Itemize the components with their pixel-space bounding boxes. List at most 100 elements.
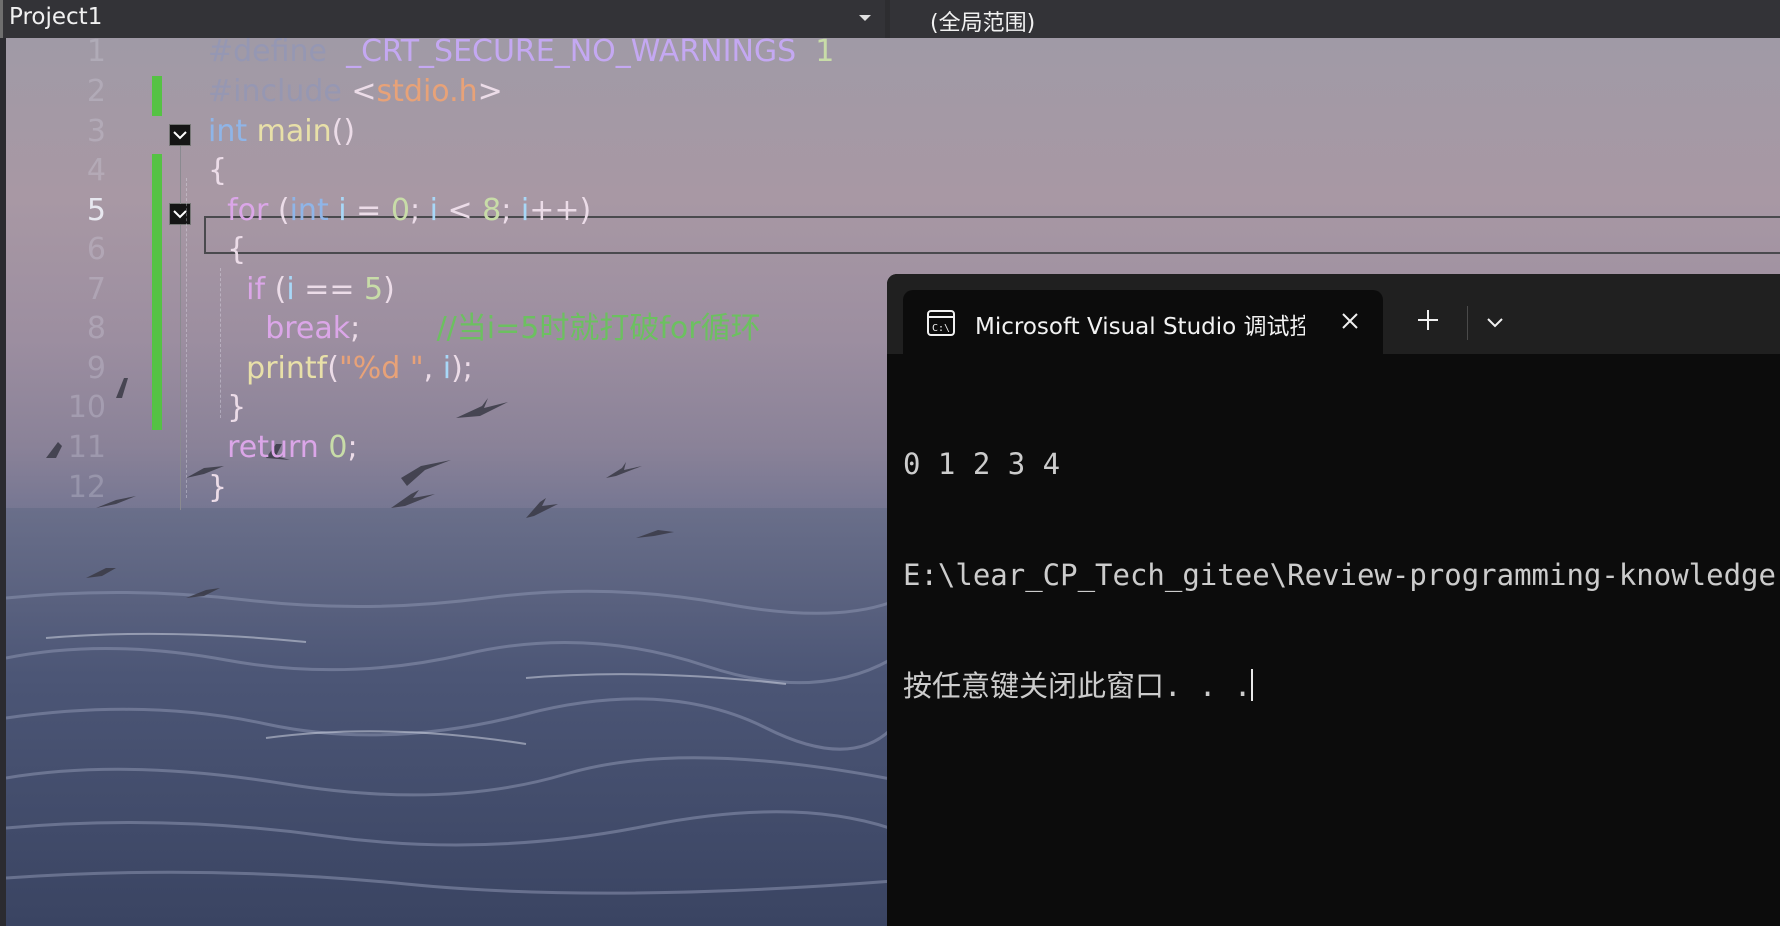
code-line-6[interactable]: { bbox=[208, 230, 246, 270]
preprocessor-directive: #define bbox=[208, 38, 328, 69]
console-tab-title: Microsoft Visual Studio 调试控制台 bbox=[975, 314, 1305, 340]
line-number: 12 bbox=[67, 470, 106, 505]
number: 0 bbox=[390, 193, 410, 228]
parens: () bbox=[331, 114, 356, 149]
macro-name: _CRT_SECURE_NO_WARNINGS bbox=[346, 38, 797, 69]
brace: } bbox=[208, 470, 228, 505]
type-keyword: int bbox=[289, 193, 329, 228]
code-line-5[interactable]: for (int i = 0; i < 8; i++) bbox=[208, 191, 591, 231]
terminal-icon: C:\ bbox=[927, 310, 955, 336]
semicolon: ; bbox=[347, 430, 358, 465]
console-line: 0 1 2 3 4 bbox=[903, 447, 1061, 481]
indent-guide bbox=[186, 178, 187, 498]
line-number: 2 bbox=[86, 74, 106, 109]
semicolon: ; bbox=[409, 193, 421, 228]
navigation-bar: Project1 (全局范围) bbox=[0, 0, 1780, 38]
console-line: E:\lear_CP_Tech_gitee\Review-programming… bbox=[903, 558, 1776, 592]
code-line-8[interactable]: break; //当i=5时就打破for循环 bbox=[208, 309, 761, 349]
line-number: 9 bbox=[86, 351, 106, 386]
project-dropdown[interactable]: Project1 bbox=[0, 0, 885, 38]
comma: , bbox=[423, 351, 434, 386]
fold-line bbox=[180, 225, 181, 510]
collapse-icon[interactable] bbox=[169, 203, 191, 225]
line-number: 3 bbox=[86, 114, 106, 149]
operator: = bbox=[356, 193, 382, 228]
brace: } bbox=[227, 390, 247, 425]
header-name: stdio.h bbox=[376, 74, 478, 109]
console-line: 按任意键关闭此窗口. . . bbox=[903, 669, 1252, 703]
variable: i bbox=[429, 193, 438, 228]
variable: i bbox=[520, 193, 530, 228]
if-keyword: if bbox=[246, 272, 266, 307]
macro-value: 1 bbox=[815, 38, 835, 69]
variable: i bbox=[286, 272, 295, 307]
line-number: 6 bbox=[86, 232, 106, 267]
code-line-7[interactable]: if (i == 5) bbox=[208, 270, 395, 310]
semicolon: ; bbox=[462, 351, 473, 386]
paren: ( bbox=[277, 193, 290, 228]
angle-open: < bbox=[351, 74, 377, 109]
console-output[interactable]: 0 1 2 3 4 E:\lear_CP_Tech_gitee\Review-p… bbox=[903, 372, 1780, 779]
line-number: 4 bbox=[86, 153, 106, 188]
operator: < bbox=[447, 193, 473, 228]
code-line-3[interactable]: int main() bbox=[208, 112, 355, 152]
line-number: 11 bbox=[67, 430, 106, 465]
preprocessor-directive: #include bbox=[208, 74, 342, 109]
variable: i bbox=[442, 351, 452, 386]
function-call: printf bbox=[246, 351, 328, 386]
code-comment: //当i=5时就打破for循环 bbox=[436, 311, 761, 346]
fold-line bbox=[180, 146, 181, 204]
operator: == bbox=[304, 272, 355, 307]
number: 5 bbox=[364, 272, 384, 307]
line-number: 10 bbox=[67, 390, 106, 425]
text-cursor bbox=[1251, 669, 1254, 701]
code-line-2[interactable]: #include <stdio.h> bbox=[208, 72, 503, 112]
type-keyword: int bbox=[208, 114, 248, 149]
line-number-current: 5 bbox=[86, 193, 106, 228]
scope-label: (全局范围) bbox=[930, 11, 1036, 36]
code-line-12[interactable]: } bbox=[208, 468, 227, 508]
chevron-down-icon[interactable] bbox=[1477, 304, 1513, 340]
number: 0 bbox=[328, 430, 348, 465]
console-tab-bar: C:\ Microsoft Visual Studio 调试控制台 bbox=[887, 274, 1780, 354]
number: 8 bbox=[482, 193, 502, 228]
function-name: main bbox=[256, 114, 332, 149]
angle-close: > bbox=[477, 74, 503, 109]
brace: { bbox=[227, 232, 247, 267]
variable: i bbox=[338, 193, 347, 228]
operator: ++ bbox=[529, 193, 580, 228]
close-icon[interactable] bbox=[1335, 306, 1365, 336]
collapse-icon[interactable] bbox=[169, 124, 191, 146]
paren: ( bbox=[274, 272, 287, 307]
paren: ) bbox=[579, 193, 592, 228]
line-number: 7 bbox=[86, 272, 106, 307]
change-indicator bbox=[152, 76, 162, 116]
brace: { bbox=[208, 153, 228, 188]
scope-dropdown[interactable]: (全局范围) bbox=[890, 0, 1780, 38]
line-number: 8 bbox=[86, 311, 106, 346]
project-name: Project1 bbox=[9, 4, 103, 30]
for-keyword: for bbox=[227, 193, 269, 228]
code-line-4[interactable]: { bbox=[208, 151, 227, 191]
code-line-11[interactable]: return 0; bbox=[208, 428, 358, 468]
paren: ) bbox=[451, 351, 463, 386]
code-line-9[interactable]: printf("%d ", i); bbox=[208, 349, 473, 389]
console-line-with-cursor: 按任意键关闭此窗口. . . bbox=[903, 668, 1780, 705]
plus-icon[interactable] bbox=[1410, 302, 1446, 338]
debug-console-window[interactable]: C:\ Microsoft Visual Studio 调试控制台 0 1 2 … bbox=[887, 274, 1780, 926]
svg-text:C:\: C:\ bbox=[932, 323, 950, 334]
paren: ( bbox=[327, 351, 339, 386]
console-tab[interactable]: C:\ Microsoft Visual Studio 调试控制台 bbox=[903, 290, 1383, 354]
return-keyword: return bbox=[227, 430, 319, 465]
change-indicator bbox=[152, 154, 162, 430]
semicolon: ; bbox=[501, 193, 512, 228]
string-literal: "%d " bbox=[338, 351, 424, 386]
code-line-1[interactable]: #define _CRT_SECURE_NO_WARNINGS 1 bbox=[208, 38, 834, 72]
line-number: 1 bbox=[86, 38, 106, 69]
code-line-10[interactable]: } bbox=[208, 388, 246, 428]
semicolon: ; bbox=[350, 311, 361, 346]
dropdown-arrow-icon bbox=[859, 15, 871, 21]
break-keyword: break bbox=[265, 311, 351, 346]
paren: ) bbox=[383, 272, 395, 307]
tab-divider bbox=[1467, 306, 1468, 340]
